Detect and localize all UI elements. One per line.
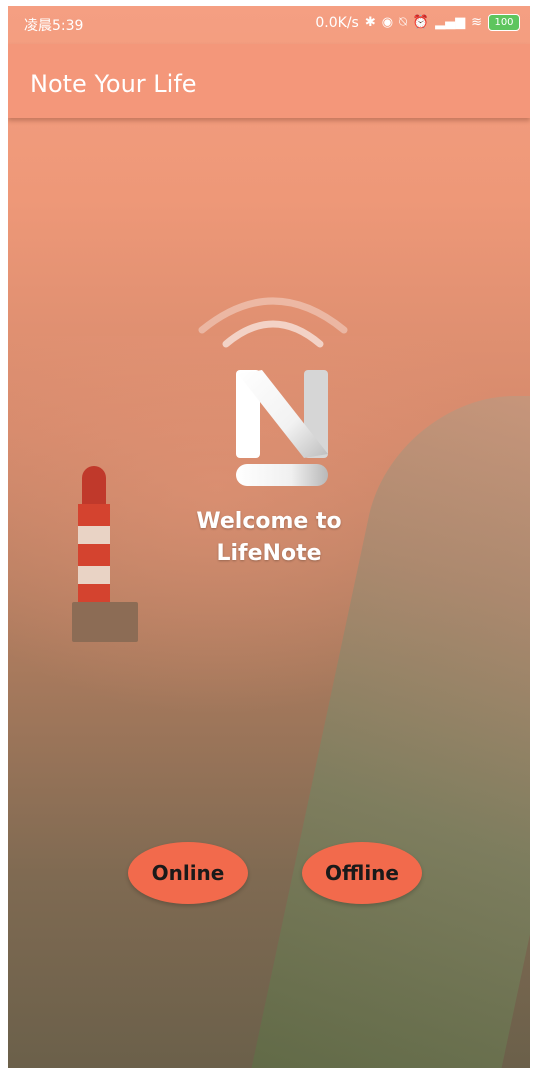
wifi-icon: ≋ [471,14,482,30]
bluetooth-icon: ✱ [364,14,376,30]
battery-icon: 100 [488,14,520,31]
offline-button[interactable]: Offline [302,842,422,904]
lighthouse-base [72,602,138,642]
network-speed: 0.0K/s [315,14,359,31]
welcome-line-2: LifeNote [216,541,322,566]
app-title: Note Your Life [30,70,197,98]
mute-icon: ⍉ [399,14,407,30]
welcome-line-1: Welcome to [196,509,342,534]
lifenote-logo-icon [198,297,348,486]
alarm-icon: ⏰ [412,14,430,30]
status-bar: 凌晨5:39 0.0K/s ✱ ◉ ⍉ ⏰ ▂▄▆ ≋ 100 [8,6,530,44]
lighthouse-lamp [82,466,106,506]
app-screen: 凌晨5:39 0.0K/s ✱ ◉ ⍉ ⏰ ▂▄▆ ≋ 100 Note You… [8,6,530,1068]
signal-icon: ▂▄▆ [435,14,466,30]
app-bar: Note Your Life [8,44,530,118]
status-time: 凌晨5:39 [24,18,84,34]
online-button[interactable]: Online [128,842,248,904]
eye-icon: ◉ [381,14,394,30]
welcome-text: Welcome to LifeNote [8,506,530,570]
status-icons: 0.0K/s ✱ ◉ ⍉ ⏰ ▂▄▆ ≋ 100 [315,14,520,31]
